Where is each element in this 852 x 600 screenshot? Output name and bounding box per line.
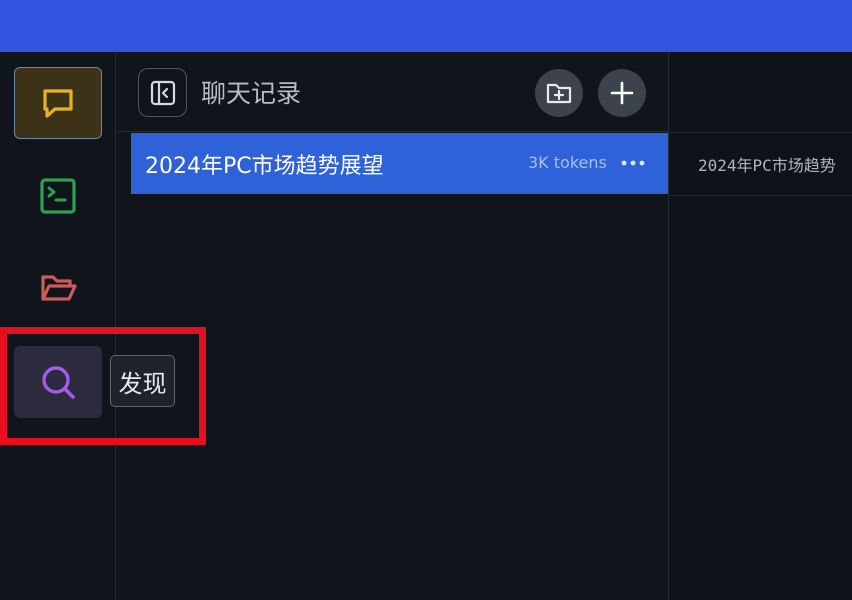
- folder-plus-icon: [546, 83, 572, 104]
- panel-title: 聊天记录: [201, 79, 302, 108]
- chat-item-title: 2024年PC市场趋势展望: [145, 154, 384, 179]
- terminal-icon: [40, 178, 76, 214]
- chat-history-panel: 聊天记录 2024年PC市场趋势展望 3K tokens: [117, 52, 669, 600]
- new-chat-button[interactable]: [598, 69, 646, 117]
- activity-files-button[interactable]: [14, 252, 102, 324]
- chat-title-tab[interactable]: 2024年PC市场趋势: [698, 152, 836, 176]
- main-chat-area: 2024年PC市场趋势: [669, 52, 852, 600]
- activity-discover-button[interactable]: [14, 346, 102, 418]
- header-divider: [669, 132, 852, 133]
- collapse-sidebar-button[interactable]: [138, 68, 187, 117]
- new-folder-button[interactable]: [535, 69, 583, 117]
- chat-bubble-icon: [43, 89, 73, 118]
- search-icon: [42, 366, 75, 399]
- activity-bar: [0, 52, 116, 600]
- activity-chat-button[interactable]: [14, 67, 102, 139]
- activity-terminal-button[interactable]: [14, 160, 102, 232]
- discover-tooltip: 发现: [110, 355, 175, 407]
- chat-list-item[interactable]: 2024年PC市场趋势展望 3K tokens: [131, 133, 668, 194]
- chat-panel-header: 聊天记录: [117, 52, 668, 132]
- chat-item-token-count: 3K tokens: [528, 153, 607, 172]
- plus-icon: [610, 81, 634, 105]
- tab-divider: [669, 195, 852, 196]
- main-header: 2024年PC市场趋势: [669, 52, 852, 196]
- folder-open-icon: [41, 275, 77, 301]
- sidebar-collapse-icon: [150, 80, 175, 105]
- chat-item-more-button[interactable]: [619, 149, 647, 177]
- more-horizontal-icon: [621, 160, 645, 166]
- top-bar: [0, 0, 852, 52]
